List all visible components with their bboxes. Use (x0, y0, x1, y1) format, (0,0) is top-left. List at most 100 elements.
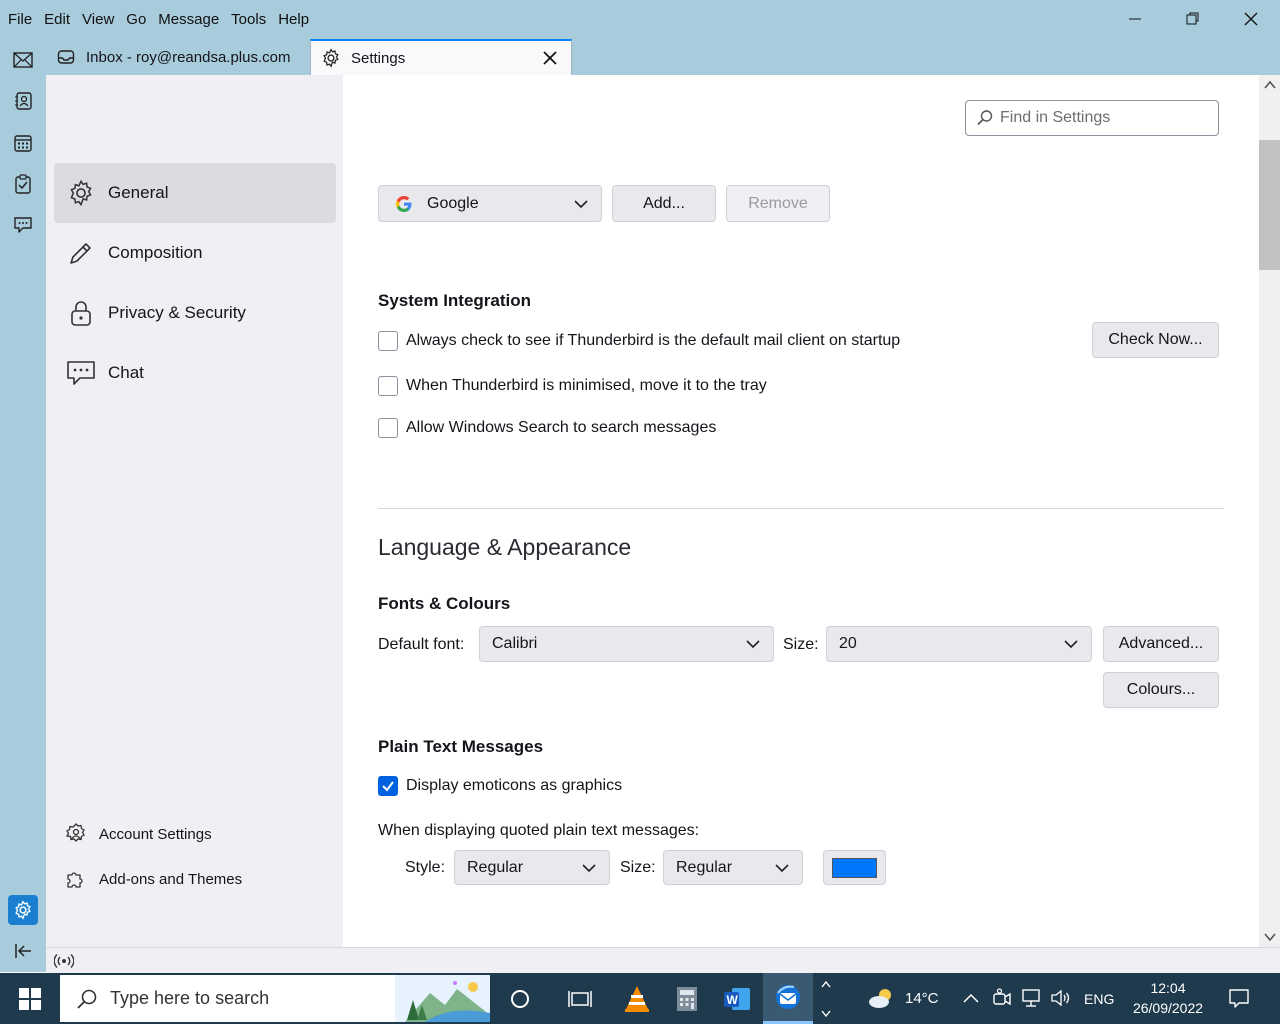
quote-style-select[interactable]: Regular (454, 850, 610, 885)
search-highlight-illustration-icon (395, 975, 490, 1022)
notifications-icon[interactable] (1228, 988, 1250, 1008)
search-engine-select[interactable]: Google (378, 185, 602, 222)
svg-text:W: W (727, 993, 739, 1007)
scroll-down-icon[interactable] (1263, 931, 1277, 943)
space-chat-button[interactable] (8, 210, 38, 240)
category-privacy-security[interactable]: Privacy & Security (54, 283, 336, 343)
emoticons-checkbox[interactable] (378, 776, 398, 796)
system-integration-heading: System Integration (378, 291, 532, 310)
quote-size-select[interactable]: Regular (663, 850, 803, 885)
tab-inbox-label: Inbox - roy@reandsa.plus.com (86, 48, 291, 66)
category-composition[interactable]: Composition (54, 223, 336, 283)
account-settings-label: Account Settings (99, 825, 212, 843)
account-settings-link[interactable]: Account Settings (64, 822, 212, 846)
find-in-settings-input[interactable]: Find in Settings (965, 100, 1219, 136)
minimize-button[interactable] (1106, 0, 1164, 38)
calculator-icon (677, 986, 697, 1011)
quote-color-swatch (832, 857, 877, 878)
task-view-button[interactable] (555, 973, 605, 1024)
close-window-button[interactable] (1222, 0, 1280, 38)
checkmark-icon (382, 781, 394, 792)
taskbar-clock[interactable]: 12:04 26/09/2022 (1125, 978, 1211, 1018)
word-taskbar-button[interactable]: W (712, 973, 762, 1024)
menu-bar: File Edit View Go Message Tools Help (0, 0, 315, 38)
default-font-select[interactable]: Calibri (479, 626, 774, 662)
chevron-down-icon (574, 199, 588, 208)
tab-settings[interactable]: Settings (310, 39, 572, 75)
menu-tools[interactable]: Tools (225, 11, 272, 28)
advanced-fonts-button[interactable]: Advanced... (1103, 626, 1219, 662)
chevron-down-icon (1064, 640, 1078, 649)
space-settings-button[interactable] (8, 895, 38, 925)
quote-size-value: Regular (676, 858, 733, 876)
space-calendar-button[interactable] (8, 128, 38, 158)
check-now-button[interactable]: Check Now... (1092, 322, 1219, 358)
category-label: Privacy & Security (108, 303, 246, 322)
quote-style-value: Regular (467, 858, 524, 876)
menu-help[interactable]: Help (272, 11, 315, 28)
menu-edit[interactable]: Edit (38, 11, 76, 28)
online-status-icon[interactable] (54, 953, 74, 969)
collapse-icon (15, 944, 31, 958)
search-icon (977, 110, 993, 126)
menu-message[interactable]: Message (152, 11, 225, 28)
tab-close-icon[interactable] (541, 49, 559, 67)
section-divider (378, 508, 1224, 509)
quote-color-picker[interactable] (823, 850, 886, 885)
quote-style-label: Style: (405, 859, 446, 876)
chevron-down-icon (746, 640, 760, 649)
menu-view[interactable]: View (76, 11, 120, 28)
category-general[interactable]: General (54, 163, 336, 223)
menu-go[interactable]: Go (120, 11, 152, 28)
weather-temperature[interactable]: 14°C (905, 973, 939, 1024)
scrollbar-thumb[interactable] (1259, 140, 1280, 270)
taskbar-scroll-icon[interactable] (820, 979, 832, 1019)
close-icon (1244, 12, 1258, 26)
default-font-value: Calibri (492, 635, 538, 652)
find-in-settings-placeholder: Find in Settings (1000, 109, 1111, 126)
space-tasks-button[interactable] (8, 169, 38, 199)
minimise-to-tray-checkbox[interactable] (378, 376, 398, 396)
chevron-down-icon (775, 863, 789, 872)
windows-taskbar: Type here to search W 14°C ENG 12:04 26/… (0, 973, 1280, 1024)
category-chat[interactable]: Chat (54, 343, 336, 403)
vlc-taskbar-button[interactable] (612, 973, 662, 1024)
window-controls (1106, 0, 1280, 38)
windows-search-checkbox[interactable] (378, 418, 398, 438)
network-icon[interactable] (1020, 988, 1042, 1008)
taskbar-search-box[interactable]: Type here to search (60, 975, 490, 1022)
volume-icon[interactable] (1050, 988, 1072, 1008)
space-address-book-button[interactable] (8, 86, 38, 116)
tray-overflow-chevron-icon[interactable] (962, 991, 980, 1005)
scroll-up-icon[interactable] (1263, 79, 1277, 91)
thunderbird-taskbar-button[interactable] (763, 973, 813, 1024)
weather-partly-cloudy-icon[interactable] (866, 986, 896, 1010)
default-client-label: Always check to see if Thunderbird is th… (406, 332, 901, 349)
chat-icon (66, 358, 96, 388)
restore-button[interactable] (1164, 0, 1222, 38)
space-mail-button[interactable] (8, 45, 38, 75)
meet-now-icon[interactable] (992, 988, 1012, 1008)
minimize-icon (1129, 18, 1141, 20)
input-language[interactable]: ENG (1084, 973, 1114, 1024)
calculator-taskbar-button[interactable] (662, 973, 712, 1024)
chevron-down-icon (582, 863, 596, 872)
menu-file[interactable]: File (2, 11, 38, 28)
add-search-engine-button[interactable]: Add... (612, 185, 716, 222)
restore-icon (1186, 12, 1199, 25)
collapse-spaces-button[interactable] (8, 936, 38, 966)
task-view-icon (568, 990, 592, 1007)
remove-search-engine-button[interactable]: Remove (726, 185, 830, 222)
font-size-select[interactable]: 20 (826, 626, 1092, 662)
search-engine-value: Google (427, 194, 479, 212)
pencil-icon (66, 238, 96, 268)
addons-themes-link[interactable]: Add-ons and Themes (64, 867, 242, 891)
start-button[interactable] (0, 973, 60, 1024)
emoticons-label: Display emoticons as graphics (406, 777, 623, 794)
font-size-value: 20 (839, 635, 857, 652)
default-client-checkbox[interactable] (378, 331, 398, 351)
colours-button[interactable]: Colours... (1103, 672, 1219, 708)
task-view-cortana-button[interactable] (495, 973, 545, 1024)
tab-inbox[interactable]: Inbox - roy@reandsa.plus.com (46, 39, 308, 75)
address-book-icon (15, 92, 32, 110)
